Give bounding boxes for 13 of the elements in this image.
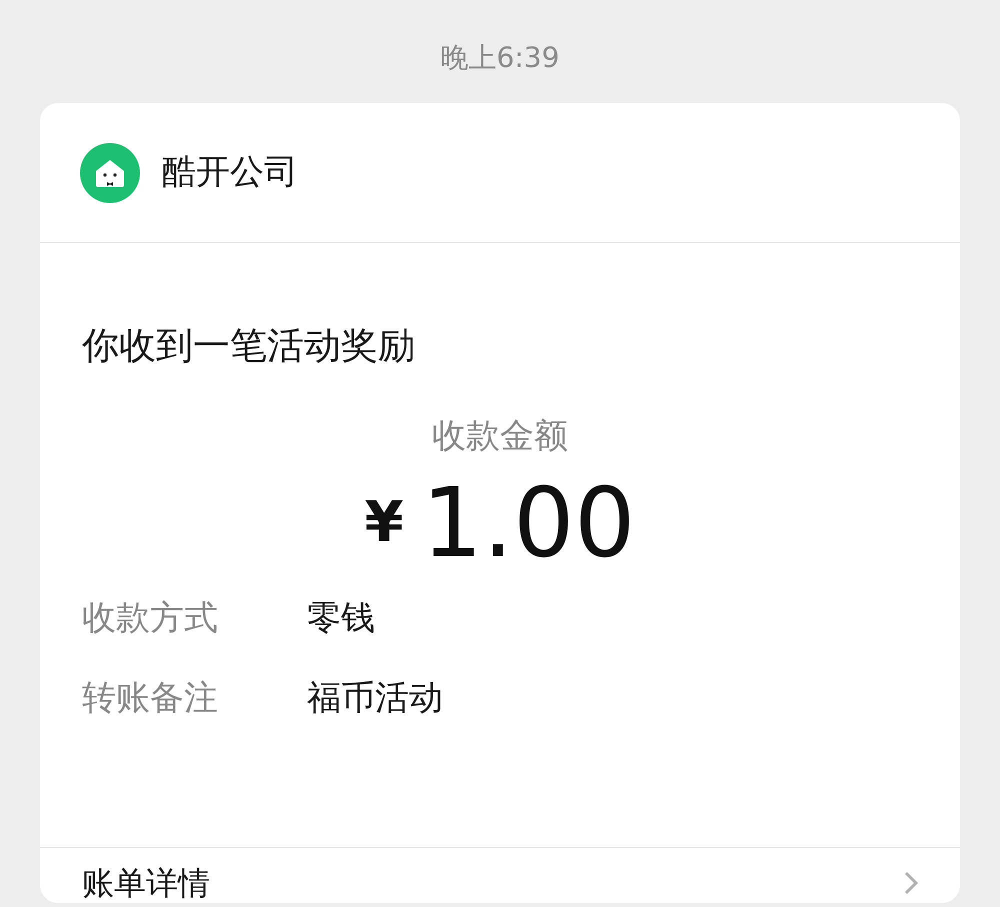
- message-time: 晚上6:39: [440, 40, 560, 76]
- detail-label: 转账备注: [82, 677, 219, 720]
- notice-title: 你收到一笔活动奖励: [82, 323, 416, 369]
- house-logo-icon: [80, 142, 140, 202]
- amount-label: 收款金额: [432, 415, 568, 458]
- amount: 1.00: [422, 473, 636, 573]
- chevron-right-icon: [904, 871, 918, 895]
- sender-name: 酷开公司: [162, 151, 298, 194]
- detail-label: 收款方式: [82, 597, 219, 640]
- currency-symbol: ¥: [364, 489, 404, 557]
- detail-value: 福币活动: [307, 677, 443, 720]
- detail-value: 零钱: [307, 597, 375, 640]
- bill-details-link[interactable]: 账单详情: [82, 863, 210, 903]
